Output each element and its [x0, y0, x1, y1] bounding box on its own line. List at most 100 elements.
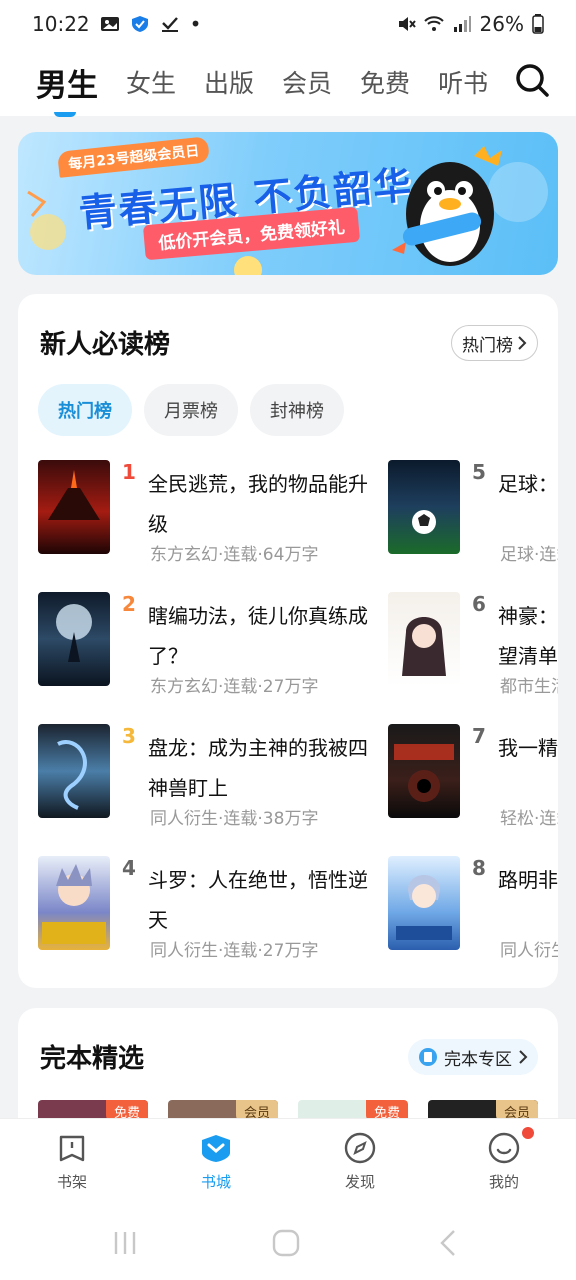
nav-discover-label: 发现	[344, 1173, 375, 1191]
status-time: 10:22	[32, 12, 90, 36]
bookstore-icon	[202, 1135, 230, 1162]
chip-monthly[interactable]: 月票榜	[144, 384, 238, 436]
rank-number: 3	[122, 724, 136, 748]
notification-dot	[522, 1127, 534, 1139]
book-meta: 同人衍生·连载·27万字	[150, 941, 319, 961]
book-cover	[388, 592, 460, 686]
rank-number: 4	[122, 856, 136, 880]
book-cover	[388, 724, 460, 818]
book-meta: 东方玄幻·连载·64万字	[150, 545, 319, 565]
book-meta: 都市生活	[500, 677, 558, 697]
download-done-icon	[161, 17, 178, 32]
boy-cover-icon	[396, 875, 452, 940]
chevron-right-icon	[518, 336, 527, 350]
notification-dot-icon: •	[189, 12, 202, 36]
chevron-right-icon	[519, 1050, 528, 1064]
book-title: 神豪：我能看到女神的欲望清单	[498, 604, 558, 668]
rank-number: 6	[472, 592, 486, 616]
nav-bookshelf[interactable]: 书架	[0, 1119, 144, 1202]
book-cover	[38, 856, 110, 950]
home-icon[interactable]	[271, 1228, 301, 1258]
book-title: 瞎编功法，徒儿你真练成了？	[148, 604, 368, 668]
ranking-card: 新人必读榜 热门榜 热门榜 月票榜 封神榜 1 全民逃荒，我的物品能升级 东方玄…	[18, 294, 558, 988]
promo-banner[interactable]: 每月23号超级会员日 青春无限 不负韶华 低价开会员，免费领好礼	[18, 132, 558, 275]
book-meta: 同人衍生·连载·38万字	[150, 809, 319, 829]
book-item[interactable]: 5 足球：我成最强自由人 足球·连载	[388, 460, 558, 565]
complete-title: 完本精选	[40, 1044, 145, 1074]
nav-bookstore[interactable]: 书城	[144, 1119, 288, 1202]
system-nav-bar	[0, 1202, 576, 1280]
nav-profile[interactable]: 我的	[432, 1119, 576, 1202]
book-meta: 东方玄幻·连载·27万字	[150, 677, 319, 697]
signal-icon	[453, 16, 471, 32]
dragon-cover-icon	[57, 740, 87, 810]
tab-free[interactable]: 免费	[360, 64, 410, 100]
hot-ranking-link[interactable]: 热门榜	[451, 325, 538, 361]
recent-apps-icon[interactable]	[110, 1228, 140, 1258]
battery-text: 26%	[479, 12, 524, 36]
tab-publish[interactable]: 出版	[204, 64, 254, 100]
girl-cover-icon	[402, 617, 446, 676]
tab-female[interactable]: 女生	[126, 64, 176, 100]
nav-bookshelf-label: 书架	[56, 1173, 87, 1191]
book-zone-icon	[419, 1048, 437, 1066]
book-cover	[388, 460, 460, 554]
rank-number: 2	[122, 592, 136, 616]
book-item[interactable]: 8 路明非 同人衍生	[388, 856, 558, 961]
compass-icon	[344, 1132, 376, 1164]
ranking-chips: 热门榜 月票榜 封神榜	[38, 384, 344, 436]
book-meta: 足球·连载	[500, 545, 558, 565]
bottom-nav: 书架 书城 发现 我的	[0, 1118, 576, 1202]
tab-audio[interactable]: 听书	[438, 64, 488, 100]
category-tabs: 男生 女生 出版 会员 免费 听书	[0, 48, 576, 117]
tab-male[interactable]: 男生	[36, 60, 98, 117]
moon-cover-icon	[56, 604, 92, 662]
eye-cover-icon	[394, 744, 454, 802]
book-title: 斗罗：人在绝世，悟性逆天	[148, 868, 368, 932]
book-title: 全民逃荒，我的物品能升级	[148, 472, 368, 536]
book-cover	[388, 856, 460, 950]
book-title: 路明非	[498, 868, 558, 892]
rank-number: 7	[472, 724, 486, 748]
football-cover-icon	[412, 510, 436, 534]
rank-number: 5	[472, 460, 486, 484]
nav-profile-label: 我的	[488, 1173, 519, 1191]
status-bar: 10:22 • 26%	[0, 0, 576, 48]
profile-icon	[488, 1132, 520, 1164]
book-item[interactable]: 2 瞎编功法，徒儿你真练成了？ 东方玄幻·连载·27万字	[38, 592, 378, 697]
back-icon[interactable]	[434, 1228, 464, 1258]
rank-number: 8	[472, 856, 486, 880]
book-meta: 同人衍生	[500, 941, 558, 961]
book-meta: 轻松·连载	[500, 809, 558, 829]
nav-bookstore-label: 书城	[200, 1173, 231, 1191]
book-title: 盘龙：成为主神的我被四神兽盯上	[148, 736, 368, 800]
book-cover	[38, 724, 110, 818]
tab-member[interactable]: 会员	[282, 64, 332, 100]
book-cover	[38, 460, 110, 554]
mute-icon	[398, 17, 416, 31]
gallery-icon	[100, 17, 119, 31]
book-item[interactable]: 6 神豪：我能看到女神的欲望清单 都市生活	[388, 592, 558, 697]
chip-legend[interactable]: 封神榜	[250, 384, 344, 436]
book-title: 足球：我成最强自由人	[498, 472, 558, 496]
bookshelf-icon	[59, 1135, 85, 1162]
shield-icon	[131, 16, 148, 32]
nav-discover[interactable]: 发现	[288, 1119, 432, 1202]
anime-cover-icon	[42, 864, 106, 944]
book-item[interactable]: 1 全民逃荒，我的物品能升级 东方玄幻·连载·64万字	[38, 460, 378, 565]
book-item[interactable]: 7 我一精神病参加规则怪谈 轻松·连载	[388, 724, 558, 829]
penguin-mascot-icon	[392, 146, 502, 266]
search-icon[interactable]	[514, 62, 550, 98]
book-item[interactable]: 4 斗罗：人在绝世，悟性逆天 同人衍生·连载·27万字	[38, 856, 378, 961]
ranking-title: 新人必读榜	[40, 330, 171, 360]
battery-icon	[532, 14, 544, 34]
wifi-icon	[423, 16, 444, 31]
complete-zone-link[interactable]: 完本专区	[408, 1039, 538, 1075]
hot-ranking-link-label: 热门榜	[462, 335, 513, 356]
chip-hot[interactable]: 热门榜	[38, 384, 132, 436]
volcano-cover-icon	[48, 470, 100, 520]
rank-number: 1	[122, 460, 136, 484]
book-item[interactable]: 3 盘龙：成为主神的我被四神兽盯上 同人衍生·连载·38万字	[38, 724, 378, 829]
book-cover	[38, 592, 110, 686]
complete-zone-label: 完本专区	[444, 1049, 512, 1070]
